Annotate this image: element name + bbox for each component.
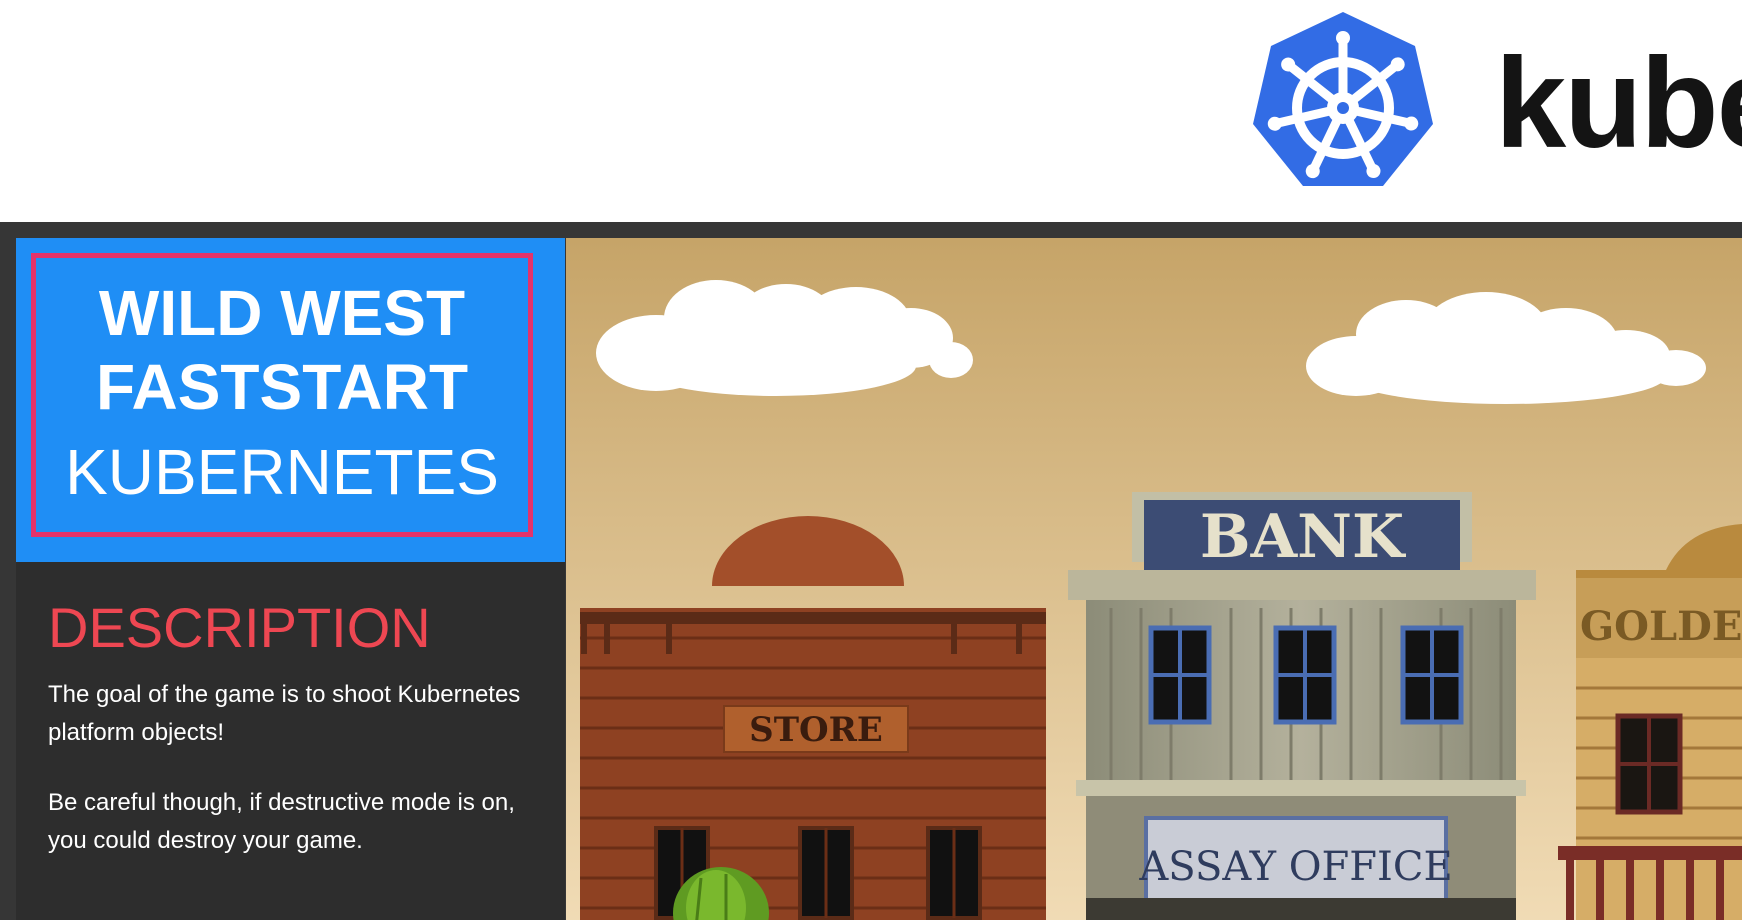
bank-building: BANK ASSAY OFFICE: [1068, 492, 1536, 920]
title-panel: WILD WEST FASTSTART KUBERNETES: [16, 238, 565, 562]
assay-office-sign: ASSAY OFFICE: [1138, 844, 1452, 890]
logo-wordmark: kube: [1495, 32, 1742, 175]
golden-sign: GOLDEN: [1580, 603, 1742, 650]
bank-sign: BANK: [1200, 502, 1406, 572]
description-paragraph-2: Be careful though, if destructive mode i…: [48, 789, 515, 854]
title-line-2: FASTSTART: [95, 351, 469, 423]
sidebar: WILD WEST FASTSTART KUBERNETES DESCRIPTI…: [16, 238, 565, 920]
kubernetes-logo: kube: [1245, 10, 1742, 205]
title-border: WILD WEST FASTSTART KUBERNETES: [31, 253, 533, 537]
game-frame: WILD WEST FASTSTART KUBERNETES DESCRIPTI…: [0, 222, 1742, 920]
game-scene[interactable]: STORE BANK ASSAY OFFICE GOLDE: [566, 238, 1742, 920]
page-header: kube: [0, 0, 1742, 222]
golden-building: GOLDEN: [1558, 524, 1742, 920]
title-line-1: WILD WEST: [98, 277, 466, 349]
title-line-3: KUBERNETES: [65, 436, 499, 508]
western-town-illustration: STORE BANK ASSAY OFFICE GOLDE: [566, 238, 1742, 920]
description-heading: DESCRIPTION: [48, 596, 431, 659]
helm-icon: [1253, 12, 1433, 186]
store-sign: STORE: [749, 710, 883, 750]
description-paragraph-1: The goal of the game is to shoot Kuberne…: [48, 681, 521, 746]
